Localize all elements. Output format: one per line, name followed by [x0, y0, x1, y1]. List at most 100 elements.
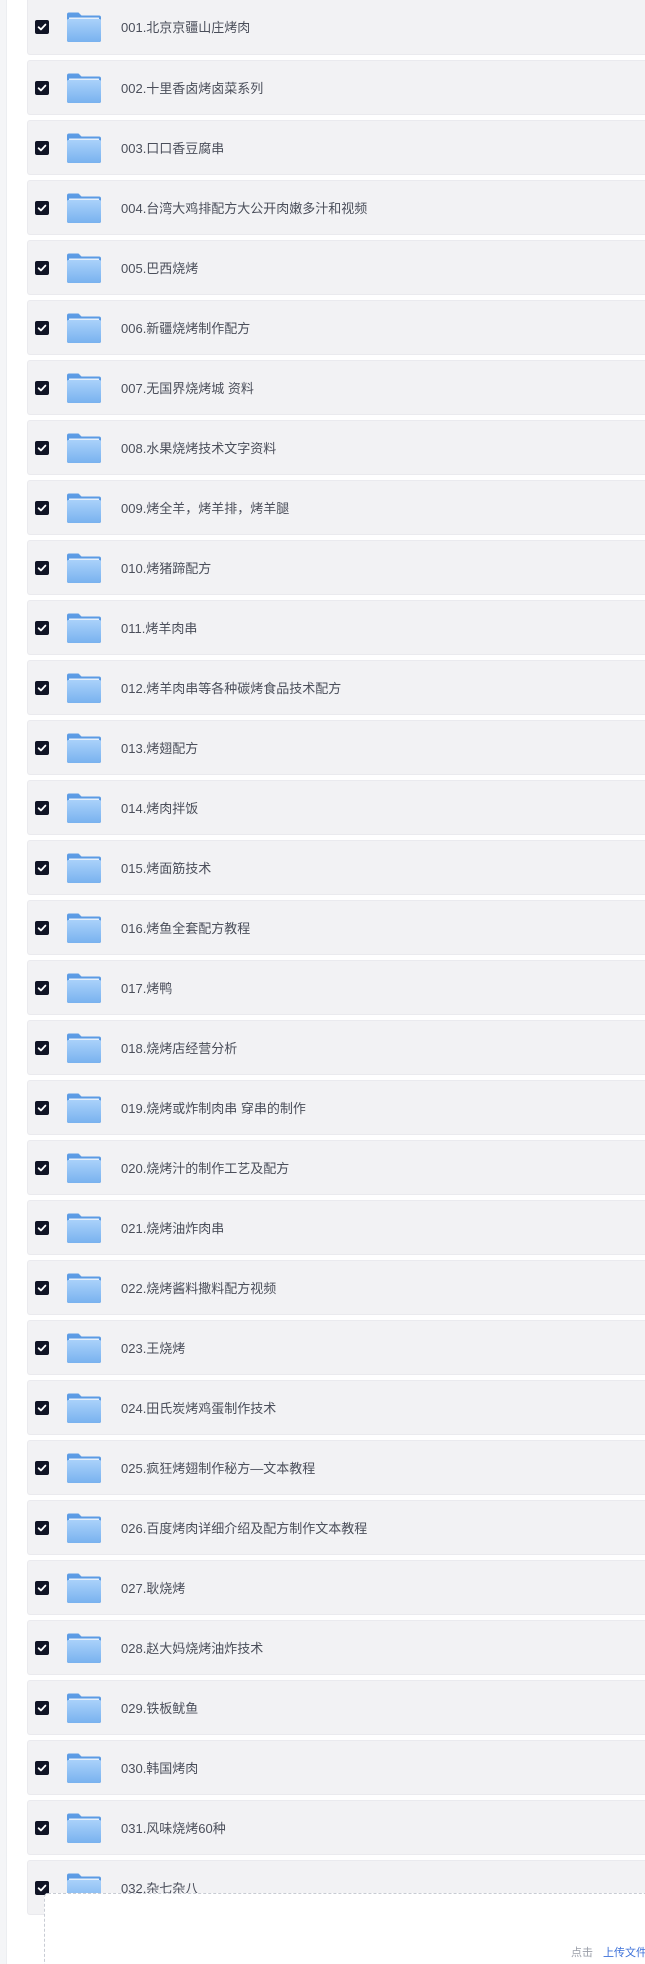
row-checkbox[interactable]: [35, 1281, 49, 1295]
file-name[interactable]: 001.北京京疆山庄烤肉: [121, 0, 250, 55]
row-checkbox[interactable]: [35, 1101, 49, 1115]
row-checkbox[interactable]: [35, 20, 49, 34]
file-name[interactable]: 030.韩国烤肉: [121, 1741, 198, 1796]
file-row[interactable]: 003.口口香豆腐串: [27, 120, 645, 175]
row-checkbox[interactable]: [35, 141, 49, 155]
row-checkbox[interactable]: [35, 501, 49, 515]
row-checkbox[interactable]: [35, 681, 49, 695]
file-row[interactable]: 030.韩国烤肉: [27, 1740, 645, 1795]
folder-icon: [66, 912, 102, 944]
file-name[interactable]: 010.烤猪蹄配方: [121, 541, 211, 596]
row-checkbox[interactable]: [35, 321, 49, 335]
row-checkbox[interactable]: [35, 921, 49, 935]
folder-icon: [66, 11, 102, 43]
file-name[interactable]: 027.耿烧烤: [121, 1561, 185, 1616]
file-row[interactable]: 007.无国界烧烤城 资料: [27, 360, 645, 415]
file-name[interactable]: 007.无国界烧烤城 资料: [121, 361, 254, 416]
file-name[interactable]: 003.口口香豆腐串: [121, 121, 224, 176]
file-row[interactable]: 010.烤猪蹄配方: [27, 540, 645, 595]
row-checkbox[interactable]: [35, 1641, 49, 1655]
file-row[interactable]: 009.烤全羊，烤羊排，烤羊腿: [27, 480, 645, 535]
row-checkbox[interactable]: [35, 1581, 49, 1595]
file-name[interactable]: 025.疯狂烤翅制作秘方—文本教程: [121, 1441, 315, 1496]
file-row[interactable]: 011.烤羊肉串: [27, 600, 645, 655]
file-name[interactable]: 004.台湾大鸡排配方大公开肉嫩多汁和视频: [121, 181, 367, 236]
file-name[interactable]: 002.十里香卤烤卤菜系列: [121, 61, 263, 116]
file-name[interactable]: 018.烧烤店经营分析: [121, 1021, 237, 1076]
row-checkbox[interactable]: [35, 1821, 49, 1835]
row-checkbox[interactable]: [35, 981, 49, 995]
folder-icon: [66, 132, 102, 164]
file-row[interactable]: 006.新疆烧烤制作配方: [27, 300, 645, 355]
row-checkbox[interactable]: [35, 1701, 49, 1715]
file-row[interactable]: 028.赵大妈烧烤油炸技术: [27, 1620, 645, 1675]
file-name[interactable]: 031.风味烧烤60种: [121, 1801, 226, 1856]
folder-icon: [66, 612, 102, 644]
row-checkbox[interactable]: [35, 801, 49, 815]
row-checkbox[interactable]: [35, 441, 49, 455]
file-row[interactable]: 016.烤鱼全套配方教程: [27, 900, 645, 955]
file-name[interactable]: 029.铁板鱿鱼: [121, 1681, 198, 1736]
file-row[interactable]: 012.烤羊肉串等各种碳烤食品技术配方: [27, 660, 645, 715]
file-row[interactable]: 024.田氏炭烤鸡蛋制作技术: [27, 1380, 645, 1435]
file-row[interactable]: 021.烧烤油炸肉串: [27, 1200, 645, 1255]
row-checkbox[interactable]: [35, 261, 49, 275]
file-row[interactable]: 002.十里香卤烤卤菜系列: [27, 60, 645, 115]
file-row[interactable]: 020.烧烤汁的制作工艺及配方: [27, 1140, 645, 1195]
upload-file-link[interactable]: 上传文件: [603, 1946, 645, 1960]
row-checkbox[interactable]: [35, 1161, 49, 1175]
row-checkbox[interactable]: [35, 741, 49, 755]
file-name[interactable]: 015.烤面筋技术: [121, 841, 211, 896]
file-name[interactable]: 024.田氏炭烤鸡蛋制作技术: [121, 1381, 276, 1436]
file-name[interactable]: 012.烤羊肉串等各种碳烤食品技术配方: [121, 661, 341, 716]
row-checkbox[interactable]: [35, 561, 49, 575]
upload-dropzone[interactable]: [44, 1893, 645, 1964]
file-name[interactable]: 016.烤鱼全套配方教程: [121, 901, 250, 956]
file-row[interactable]: 026.百度烤肉详细介绍及配方制作文本教程: [27, 1500, 645, 1555]
file-row[interactable]: 014.烤肉拌饭: [27, 780, 645, 835]
file-name[interactable]: 013.烤翅配方: [121, 721, 198, 776]
file-name[interactable]: 021.烧烤油炸肉串: [121, 1201, 224, 1256]
row-checkbox[interactable]: [35, 1221, 49, 1235]
row-checkbox[interactable]: [35, 1341, 49, 1355]
file-row[interactable]: 031.风味烧烤60种: [27, 1800, 645, 1855]
file-name[interactable]: 011.烤羊肉串: [121, 601, 197, 656]
file-row[interactable]: 023.王烧烤: [27, 1320, 645, 1375]
row-checkbox[interactable]: [35, 381, 49, 395]
file-name[interactable]: 019.烧烤或炸制肉串 穿串的制作: [121, 1081, 306, 1136]
row-checkbox[interactable]: [35, 1401, 49, 1415]
row-checkbox[interactable]: [35, 201, 49, 215]
row-checkbox[interactable]: [35, 81, 49, 95]
file-row[interactable]: 018.烧烤店经营分析: [27, 1020, 645, 1075]
file-row[interactable]: 019.烧烤或炸制肉串 穿串的制作: [27, 1080, 645, 1135]
file-row[interactable]: 017.烤鸭: [27, 960, 645, 1015]
file-name[interactable]: 023.王烧烤: [121, 1321, 185, 1376]
row-checkbox[interactable]: [35, 1041, 49, 1055]
row-checkbox[interactable]: [35, 1761, 49, 1775]
file-row[interactable]: 015.烤面筋技术: [27, 840, 645, 895]
file-name[interactable]: 020.烧烤汁的制作工艺及配方: [121, 1141, 289, 1196]
row-checkbox[interactable]: [35, 1521, 49, 1535]
row-checkbox[interactable]: [35, 621, 49, 635]
file-name[interactable]: 026.百度烤肉详细介绍及配方制作文本教程: [121, 1501, 367, 1556]
file-row[interactable]: 029.铁板鱿鱼: [27, 1680, 645, 1735]
file-row[interactable]: 001.北京京疆山庄烤肉: [27, 0, 645, 55]
file-row[interactable]: 025.疯狂烤翅制作秘方—文本教程: [27, 1440, 645, 1495]
file-name[interactable]: 008.水果烧烤技术文字资料: [121, 421, 276, 476]
row-checkbox[interactable]: [35, 861, 49, 875]
file-row[interactable]: 022.烧烤酱料撒料配方视频: [27, 1260, 645, 1315]
file-row[interactable]: 008.水果烧烤技术文字资料: [27, 420, 645, 475]
file-row[interactable]: 005.巴西烧烤: [27, 240, 645, 295]
row-checkbox[interactable]: [35, 1461, 49, 1475]
file-name[interactable]: 014.烤肉拌饭: [121, 781, 198, 836]
file-row[interactable]: 013.烤翅配方: [27, 720, 645, 775]
folder-icon: [66, 792, 102, 824]
file-name[interactable]: 028.赵大妈烧烤油炸技术: [121, 1621, 263, 1676]
file-name[interactable]: 022.烧烤酱料撒料配方视频: [121, 1261, 276, 1316]
file-name[interactable]: 017.烤鸭: [121, 961, 172, 1016]
file-name[interactable]: 009.烤全羊，烤羊排，烤羊腿: [121, 481, 289, 536]
file-row[interactable]: 027.耿烧烤: [27, 1560, 645, 1615]
file-name[interactable]: 005.巴西烧烤: [121, 241, 198, 296]
file-name[interactable]: 006.新疆烧烤制作配方: [121, 301, 250, 356]
file-row[interactable]: 004.台湾大鸡排配方大公开肉嫩多汁和视频: [27, 180, 645, 235]
